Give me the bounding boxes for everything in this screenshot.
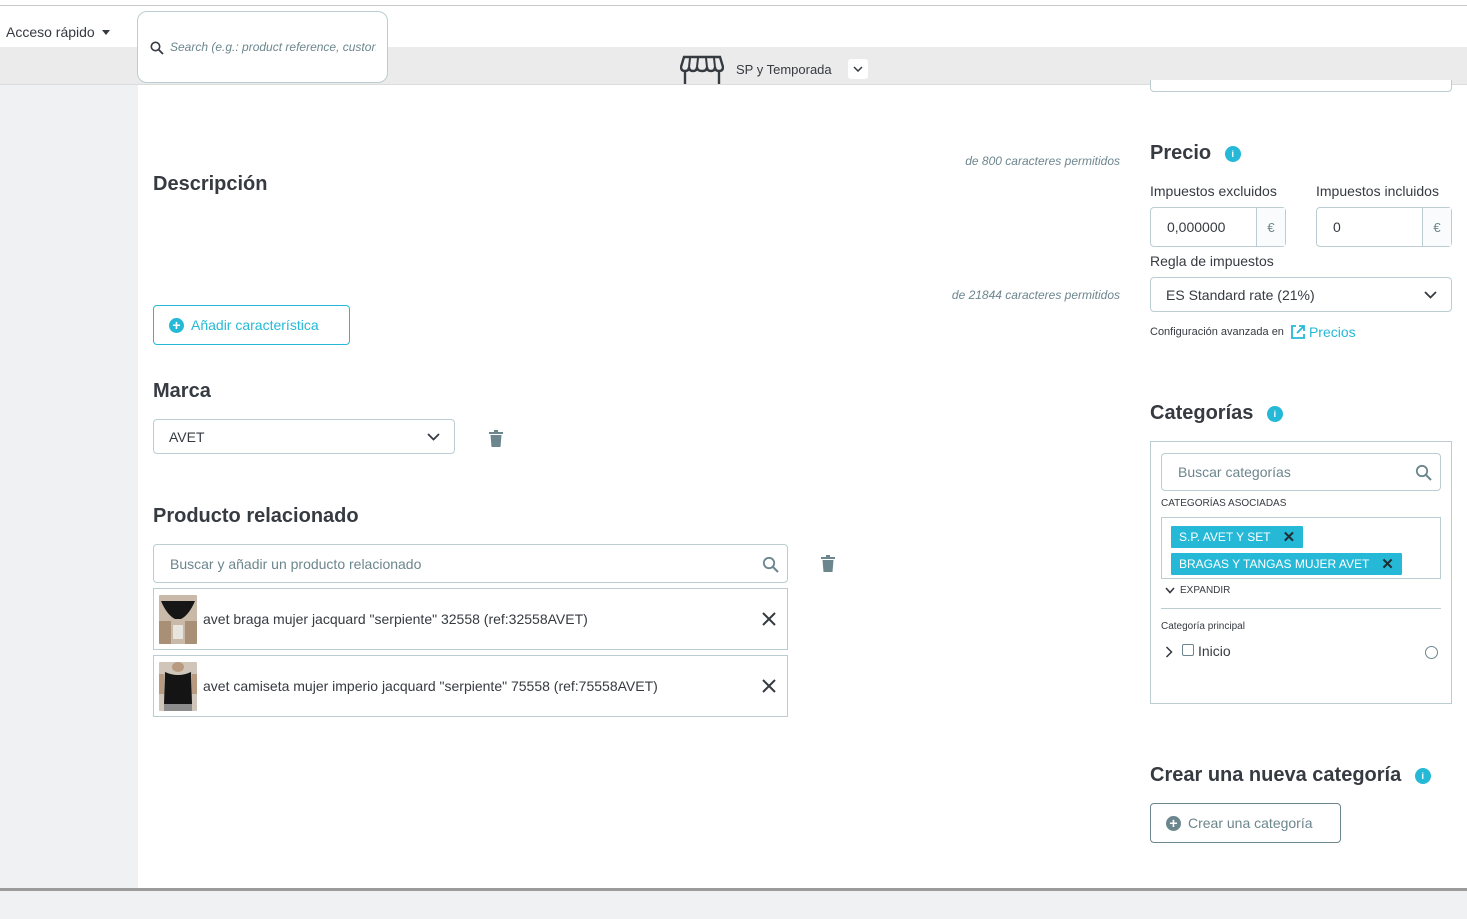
trash-icon[interactable] (489, 430, 503, 447)
category-tag: S.P. AVET Y SET ✕ (1171, 526, 1304, 548)
prices-link-label: Precios (1308, 324, 1356, 340)
info-icon[interactable]: i (1414, 767, 1431, 784)
tax-rule-select[interactable]: ES Standard rate (21%) (1150, 277, 1452, 312)
search-icon (762, 556, 779, 573)
brand-select[interactable]: AVET (153, 419, 455, 454)
chevron-down-icon (853, 66, 863, 72)
currency-symbol: € (1422, 208, 1451, 246)
brand-title: Marca (153, 380, 211, 402)
advanced-config-text: Configuración avanzada en Precios (1150, 324, 1356, 340)
summary-char-counter: de 800 caracteres permitidos (965, 154, 1120, 168)
shop-dropdown-button[interactable] (847, 59, 868, 79)
close-icon[interactable]: ✕ (1283, 530, 1296, 545)
category-tag-label: S.P. AVET Y SET (1179, 530, 1271, 544)
description-title: Descripción (153, 173, 268, 195)
related-product-title: Producto relacionado (153, 505, 359, 527)
advanced-config-label: Configuración avanzada en (1150, 326, 1284, 338)
bottom-scroll-area (0, 888, 1467, 919)
add-feature-label: Añadir característica (191, 317, 319, 333)
associated-categories-list: S.P. AVET Y SET ✕ BRAGAS Y TANGAS MUJER … (1161, 517, 1441, 579)
quick-access-menu[interactable]: Acceso rápido (6, 24, 110, 40)
main-category-label: Categoría principal (1161, 621, 1245, 632)
left-sidebar-gutter (0, 85, 138, 888)
store-icon (680, 55, 724, 84)
price-title: Precio i (1150, 142, 1241, 165)
category-tag-label: BRAGAS Y TANGAS MUJER AVET (1179, 557, 1370, 571)
main-category-radio[interactable] (1425, 646, 1438, 659)
related-search-placeholder: Buscar y añadir un producto relacionado (170, 555, 422, 572)
related-product-name: avet camiseta mujer imperio jacquard "se… (203, 678, 658, 694)
related-product-name: avet braga mujer jacquard "serpiente" 32… (203, 611, 588, 627)
plus-circle-icon: + (169, 317, 184, 333)
chevron-down-icon (1165, 587, 1175, 594)
price-tax-excluded-input[interactable]: 0,000000 € (1150, 207, 1286, 247)
cut-off-field[interactable] (1150, 80, 1452, 92)
divider (1161, 608, 1441, 609)
info-icon[interactable]: i (1266, 405, 1283, 422)
product-thumbnail (159, 661, 197, 711)
categories-panel: Buscar categorías CATEGORÍAS ASOCIADAS S… (1150, 441, 1452, 704)
new-category-title: Crear una nueva categoría i (1150, 764, 1431, 787)
related-product-search[interactable]: Buscar y añadir un producto relacionado (153, 544, 788, 583)
prices-link[interactable]: Precios (1290, 324, 1356, 340)
add-feature-button[interactable]: + Añadir característica (153, 305, 350, 345)
close-icon[interactable]: ✕ (1381, 557, 1394, 572)
product-thumbnail (159, 594, 197, 644)
expand-label: EXPANDIR (1180, 585, 1231, 596)
categories-search[interactable]: Buscar categorías (1161, 453, 1441, 491)
chevron-down-icon (1424, 290, 1437, 299)
header-search-placeholder: Search (e.g.: product reference, custon (170, 40, 376, 54)
tax-included-label: Impuestos incluidos (1316, 183, 1439, 199)
related-product-item: avet camiseta mujer imperio jacquard "se… (153, 655, 788, 717)
tax-rule-label: Regla de impuestos (1150, 253, 1274, 269)
search-icon (150, 41, 164, 55)
price-tax-included-value: 0 (1333, 219, 1341, 235)
tax-rule-value: ES Standard rate (21%) (1166, 286, 1315, 303)
category-checkbox[interactable] (1182, 644, 1194, 656)
associated-categories-label: CATEGORÍAS ASOCIADAS (1161, 498, 1287, 509)
categories-search-placeholder: Buscar categorías (1178, 464, 1291, 480)
quick-access-label: Acceso rápido (6, 24, 95, 40)
categories-title-text: Categorías (1150, 402, 1254, 424)
brand-select-value: AVET (169, 428, 205, 445)
description-char-counter: de 21844 caracteres permitidos (951, 288, 1120, 302)
categories-title: Categorías i (1150, 402, 1283, 425)
plus-circle-icon: + (1166, 815, 1181, 831)
new-category-title-text: Crear una nueva categoría (1150, 764, 1402, 786)
close-icon[interactable] (761, 678, 777, 694)
related-product-item: avet braga mujer jacquard "serpiente" 32… (153, 588, 788, 650)
chevron-down-icon (427, 432, 440, 441)
category-tree-label: Inicio (1198, 643, 1231, 659)
header-search[interactable]: Search (e.g.: product reference, custon (137, 11, 388, 83)
shop-selector[interactable]: SP y Temporada (680, 53, 868, 85)
category-tree-node: Inicio (1165, 642, 1441, 662)
external-link-icon (1291, 325, 1305, 339)
create-category-label: Crear una categoría (1188, 815, 1313, 831)
trash-icon[interactable] (821, 555, 835, 572)
expand-toggle[interactable]: EXPANDIR (1165, 585, 1230, 596)
category-tag: BRAGAS Y TANGAS MUJER AVET ✕ (1171, 553, 1402, 575)
create-category-button[interactable]: + Crear una categoría (1150, 803, 1341, 843)
search-icon (1415, 464, 1432, 481)
price-tax-excluded-value: 0,000000 (1167, 219, 1226, 235)
chevron-right-icon[interactable] (1165, 646, 1173, 658)
shop-name: SP y Temporada (736, 61, 832, 77)
caret-down-icon (101, 29, 110, 35)
currency-symbol: € (1256, 208, 1285, 246)
price-tax-included-input[interactable]: 0 € (1316, 207, 1452, 247)
tax-excluded-label: Impuestos excluidos (1150, 183, 1277, 199)
close-icon[interactable] (761, 611, 777, 627)
info-icon[interactable]: i (1224, 145, 1241, 162)
price-title-text: Precio (1150, 142, 1212, 164)
